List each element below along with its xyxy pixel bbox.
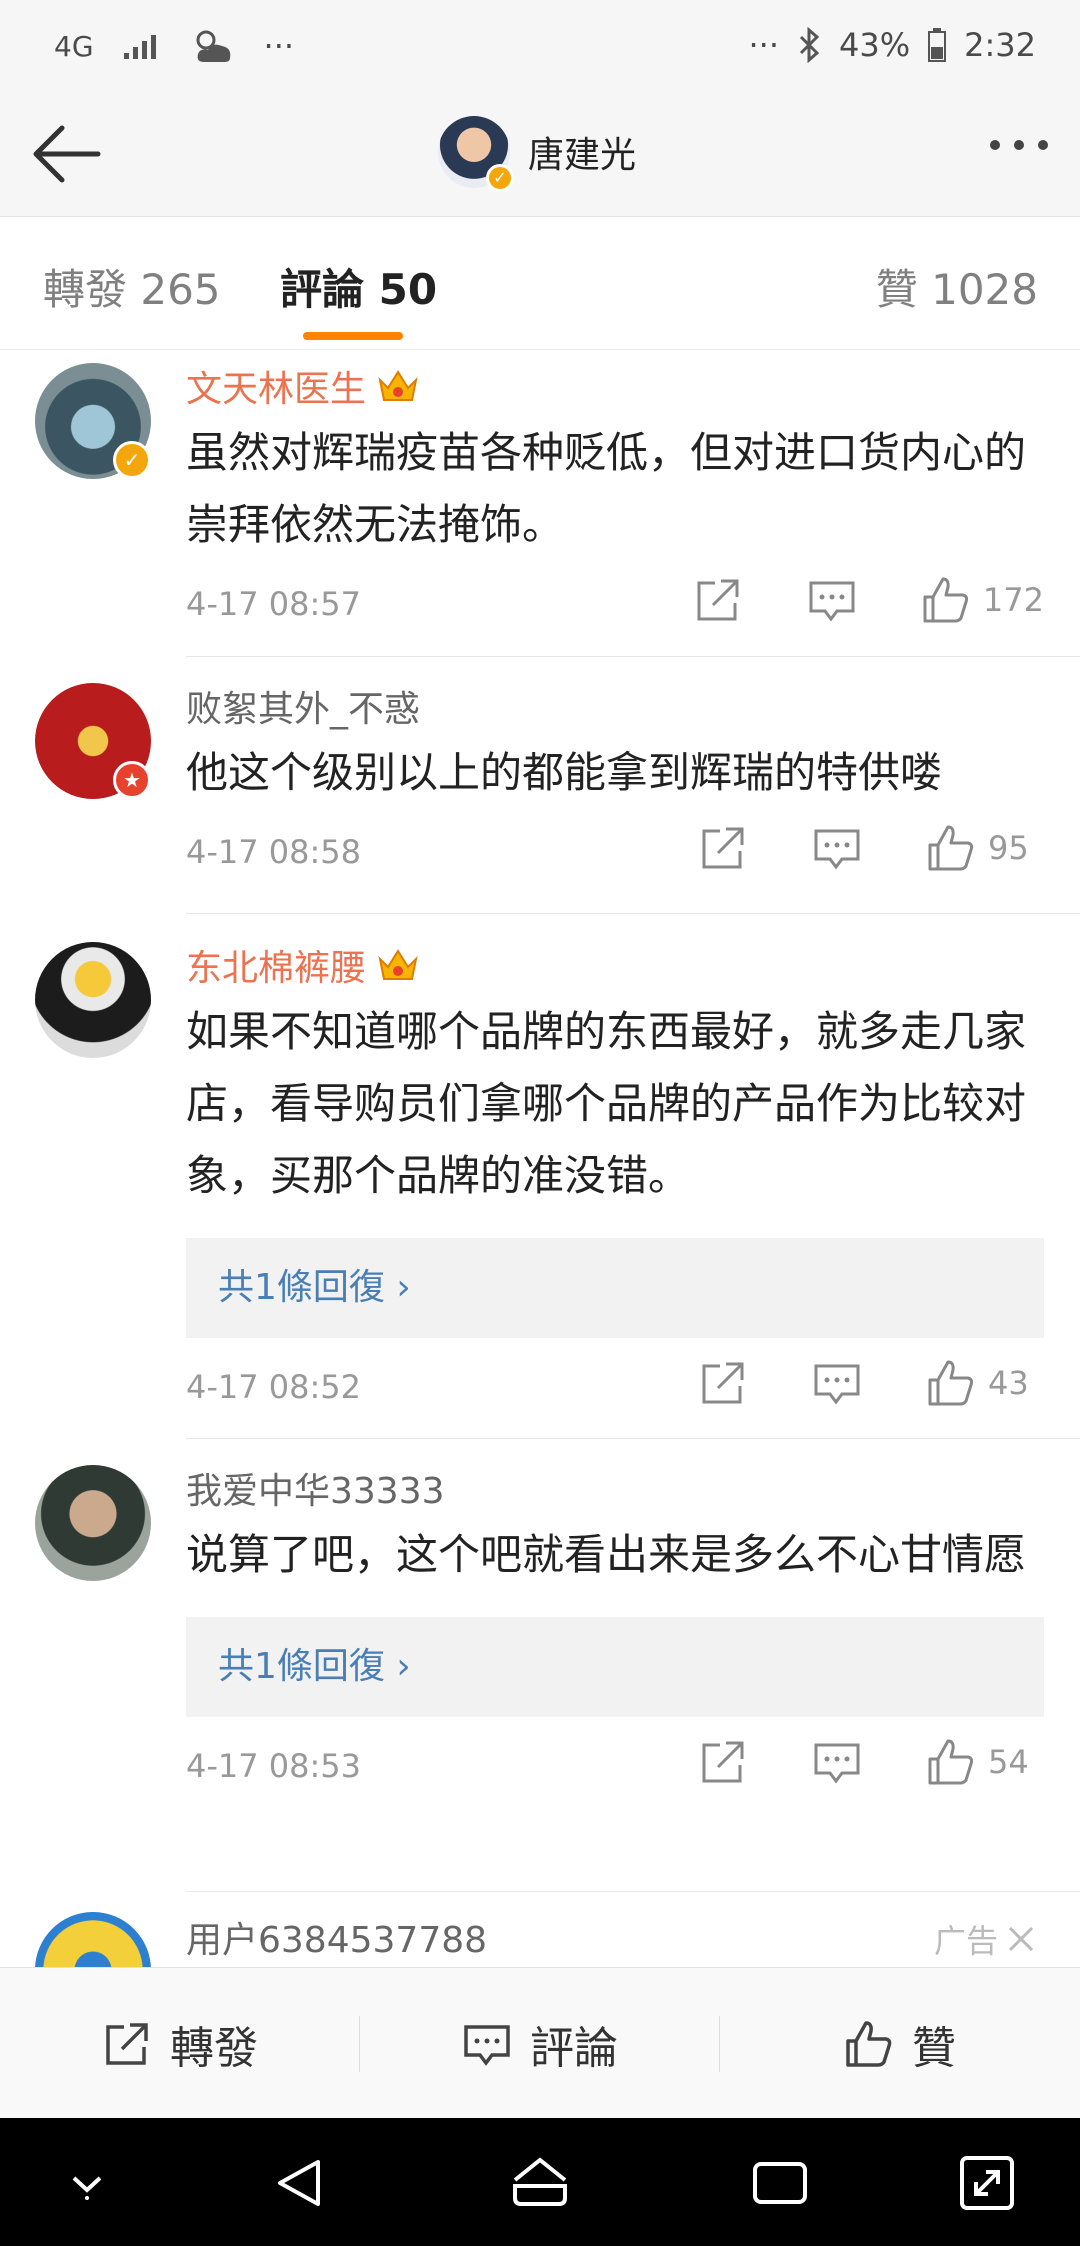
like-count: 43: [988, 1364, 1029, 1402]
home-icon[interactable]: [505, 2148, 575, 2218]
back-triangle-icon[interactable]: [266, 2148, 336, 2218]
comment-item: 东北棉裤腰 如果不知道哪个品牌的东西最好，就多走几家店，看导购员们拿哪个品牌的产…: [0, 914, 1080, 1439]
comment-time: 4-17 08:52: [186, 1368, 362, 1406]
like-icon[interactable]: [921, 575, 971, 625]
repost-icon: [106, 2022, 148, 2065]
battery-icon: [928, 28, 947, 62]
clock: 2:32: [964, 26, 1036, 64]
share-icon[interactable]: [693, 575, 743, 625]
verified-badge-icon: ✓: [113, 441, 151, 479]
comment-meta: 4-17 08:57 172: [186, 575, 1044, 635]
comment-author[interactable]: 败絮其外_不惑: [186, 681, 1044, 731]
avatar[interactable]: ★: [35, 683, 151, 799]
like-count: 172: [982, 581, 1044, 619]
comment-button[interactable]: 評論: [360, 1968, 720, 2119]
comment-time: 4-17 08:57: [186, 585, 362, 623]
page-title: 唐建光: [528, 135, 637, 176]
share-icon[interactable]: [698, 1737, 748, 1787]
active-tab-indicator: [303, 332, 403, 340]
vip-crown-icon: [378, 370, 418, 401]
signal-icon: [123, 35, 156, 59]
like-icon[interactable]: [926, 1358, 976, 1408]
comment-text: 他这个级别以上的都能拿到辉瑞的特供喽: [186, 748, 943, 797]
like-count: 95: [988, 829, 1029, 867]
comment-label: 評論: [530, 2022, 618, 2074]
comment-text: 虽然对辉瑞疫苗各种贬低，但对进口货内心的崇拜依然无法掩饰。: [186, 428, 1027, 549]
reply-icon[interactable]: [807, 575, 857, 625]
bottom-toolbar: 轉發 評論 贊: [0, 1967, 1080, 2118]
comment-author: 文天林医生: [186, 369, 367, 410]
tab-repost[interactable]: 轉發 265: [43, 256, 221, 317]
repost-button[interactable]: 轉發: [0, 1968, 360, 2119]
ad-comment-item: 用户6384537788 广告: [0, 1892, 1080, 1967]
share-icon[interactable]: [698, 823, 748, 873]
like-icon[interactable]: [926, 823, 976, 873]
system-nav-bar: [0, 2118, 1080, 2246]
ad-text: 广告: [933, 1922, 998, 1960]
close-icon[interactable]: [1006, 1924, 1036, 1954]
like-icon: [846, 2020, 892, 2067]
comment-text: 如果不知道哪个品牌的东西最好，就多走几家店，看导购员们拿哪个品牌的产品作为比较对…: [186, 1007, 1027, 1200]
like-count: 54: [988, 1743, 1029, 1781]
avatar[interactable]: [35, 1912, 151, 1967]
reply-thread-link[interactable]: 共1條回復 ›: [186, 1617, 1044, 1717]
comment-author-link[interactable]: 文天林医生: [186, 361, 1044, 411]
comment-meta: 4-17 08:52 43: [186, 1358, 1044, 1418]
share-icon[interactable]: [698, 1358, 748, 1408]
comment-author: 东北棉裤腰: [186, 948, 367, 989]
comment-author[interactable]: 用户6384537788: [186, 1912, 1044, 1962]
vip-crown-icon: [378, 949, 418, 980]
reply-icon[interactable]: [812, 1358, 862, 1408]
comment-author[interactable]: 我爱中华33333: [186, 1463, 1044, 1513]
chevron-down-icon[interactable]: [52, 2148, 122, 2218]
comment-list[interactable]: ✓ 文天林医生 虽然对辉瑞疫苗各种贬低，但对进口货内心的崇拜依然无法掩饰。 4-…: [0, 351, 1080, 1967]
status-ellipsis-left: ···: [263, 27, 295, 65]
comment-time: 4-17 08:53: [186, 1747, 362, 1785]
tab-bar: 轉發 265 評論 50 贊 1028: [0, 218, 1080, 350]
verified-badge-icon: ✓: [486, 164, 514, 192]
tab-likes[interactable]: 贊 1028: [876, 256, 1038, 317]
comment-icon: [464, 2024, 510, 2066]
comment-meta: 4-17 08:58 95: [186, 823, 1044, 883]
app-screen: 4G ··· ··· 43% 2:32 ✓ 唐建光 轉發 265 評論 50 贊…: [0, 0, 1080, 2246]
repost-label: 轉發: [170, 2022, 258, 2074]
profile-header[interactable]: ✓ 唐建光: [438, 116, 637, 192]
comment-item: 我爱中华33333 说算了吧，这个吧就看出来是多么不心甘情愿 共1條回復 › 4…: [0, 1439, 1080, 1892]
reply-icon[interactable]: [812, 823, 862, 873]
tab-comments[interactable]: 評論 50: [280, 256, 437, 317]
back-arrow-icon[interactable]: [28, 114, 108, 194]
comment-meta: 4-17 08:53 54: [186, 1737, 1044, 1797]
avatar[interactable]: ✓: [35, 363, 151, 479]
top-bar: 4G ··· ··· 43% 2:32 ✓ 唐建光: [0, 0, 1080, 217]
bluetooth-icon: [799, 27, 820, 63]
avatar[interactable]: [35, 942, 151, 1058]
star-badge-icon: ★: [113, 761, 151, 799]
comment-author-link[interactable]: 东北棉裤腰: [186, 940, 1044, 990]
nav-bar: ✓ 唐建光: [0, 92, 1080, 217]
reply-icon[interactable]: [812, 1737, 862, 1787]
more-menu-icon[interactable]: [990, 140, 1048, 150]
recent-apps-icon[interactable]: [745, 2148, 815, 2218]
avatar[interactable]: [35, 1465, 151, 1581]
weather-icon: [196, 30, 230, 62]
like-button[interactable]: 贊: [720, 1968, 1080, 2119]
ad-label[interactable]: 广告: [934, 1916, 1036, 1962]
comment-time: 4-17 08:58: [186, 833, 362, 871]
reply-thread-link[interactable]: 共1條回復 ›: [186, 1238, 1044, 1338]
network-type: 4G: [54, 29, 94, 63]
comment-text: 说算了吧，这个吧就看出来是多么不心甘情愿: [186, 1530, 1027, 1579]
like-icon[interactable]: [926, 1737, 976, 1787]
battery-percent: 43%: [839, 26, 911, 64]
rotate-screen-icon[interactable]: [952, 2148, 1022, 2218]
avatar[interactable]: ✓: [438, 116, 514, 192]
comment-item: ✓ 文天林医生 虽然对辉瑞疫苗各种贬低，但对进口货内心的崇拜依然无法掩饰。 4-…: [0, 351, 1080, 657]
like-label: 贊: [912, 2022, 956, 2074]
status-ellipsis-right: ···: [748, 26, 780, 64]
status-bar: 4G ··· ··· 43% 2:32: [0, 0, 1080, 92]
comment-item: ★ 败絮其外_不惑 他这个级别以上的都能拿到辉瑞的特供喽 4-17 08:58 …: [0, 657, 1080, 914]
